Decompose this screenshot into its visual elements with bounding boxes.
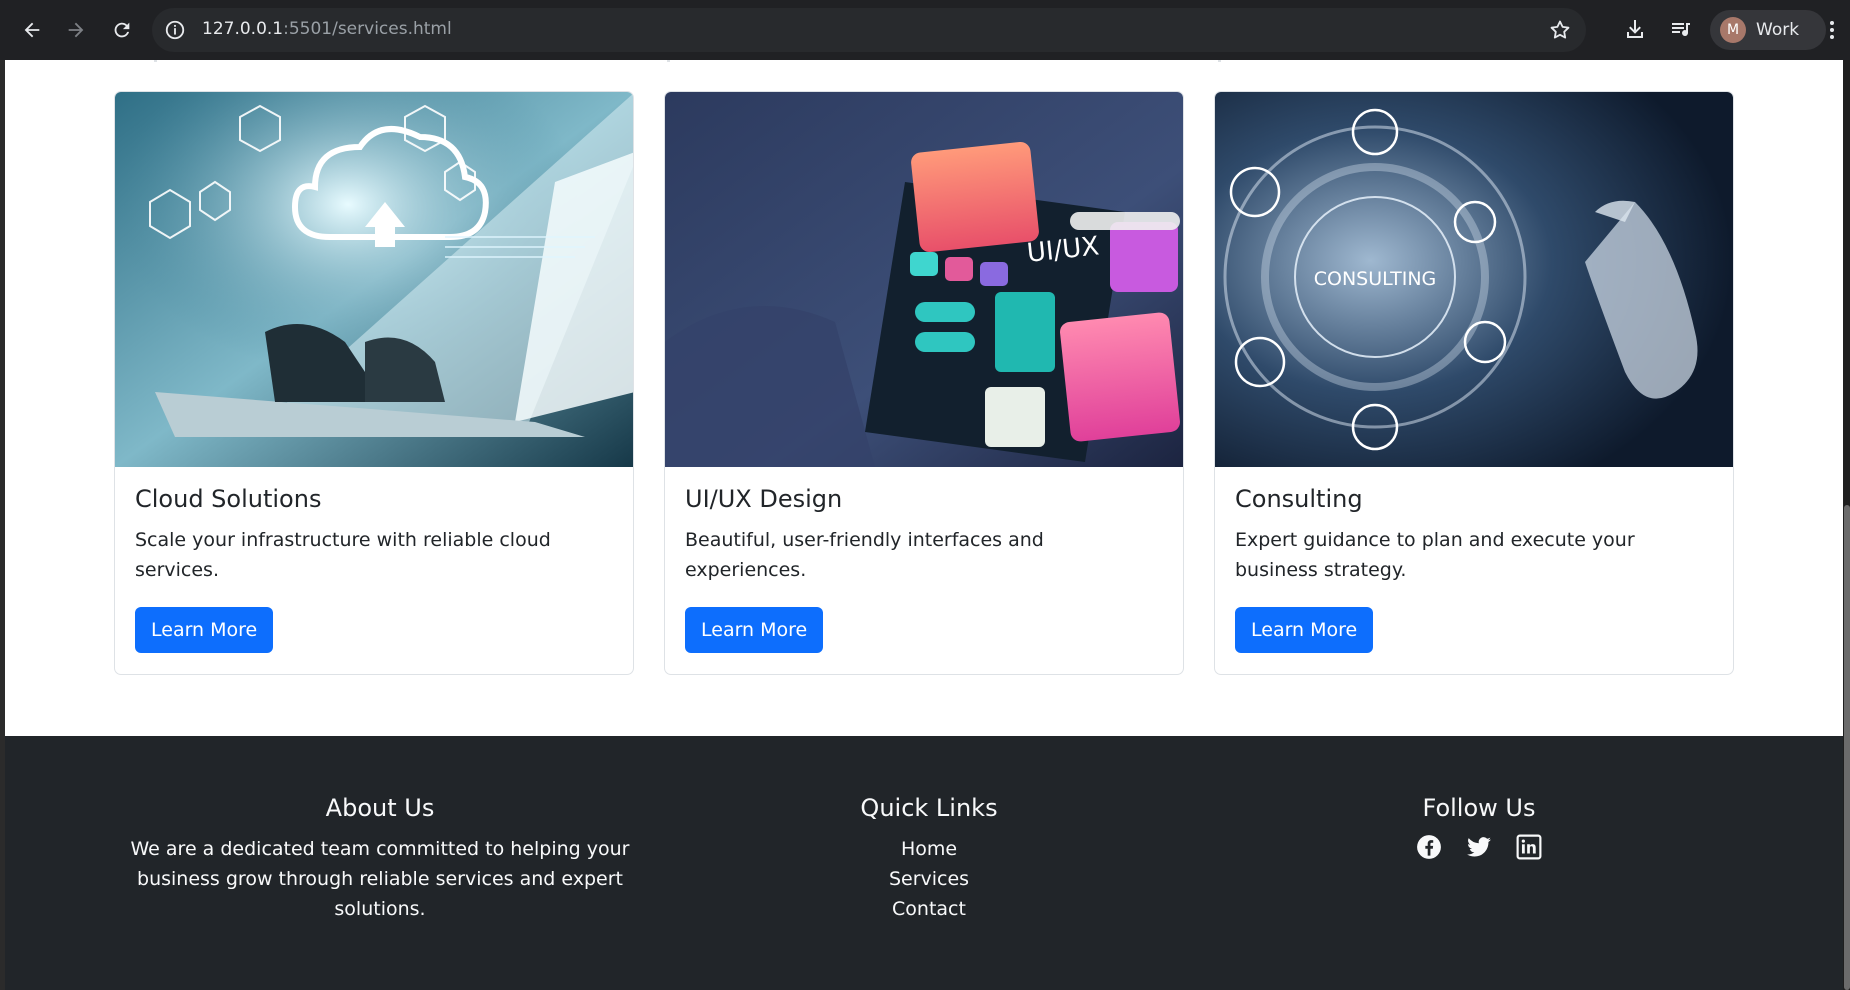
more-menu-icon[interactable] xyxy=(1822,16,1842,44)
scrollbar-thumb[interactable] xyxy=(1844,505,1850,990)
twitter-icon[interactable] xyxy=(1466,834,1492,860)
profile-button[interactable]: M Work xyxy=(1710,10,1826,50)
page-viewport: Cloud Solutions Scale your infrastructur… xyxy=(5,60,1843,990)
cloud-laptop-image xyxy=(115,92,633,467)
footer-heading: About Us xyxy=(325,794,435,822)
card-title: UI/UX Design xyxy=(685,485,843,513)
card-text: Scale your infrastructure with reliable … xyxy=(135,529,551,581)
service-card-consulting: CONSULTING Consulting Expert guidance to… xyxy=(1214,91,1734,675)
footer-about: About Us We are a dedicated team committ… xyxy=(125,736,635,924)
uiux-phone-image: UI/UX xyxy=(665,92,1183,467)
footer: About Us We are a dedicated team committ… xyxy=(5,736,1843,990)
url-host: 127.0.0.1 xyxy=(202,19,284,39)
footer-quick-links: Quick Links Home Services Contact xyxy=(674,736,1184,924)
site-info-icon[interactable] xyxy=(164,19,186,41)
forward-button[interactable] xyxy=(58,12,94,48)
back-button[interactable] xyxy=(14,12,50,48)
service-card-cloud: Cloud Solutions Scale your infrastructur… xyxy=(114,91,634,675)
downloads-button[interactable] xyxy=(1620,14,1650,44)
arrow-left-icon xyxy=(24,22,40,38)
social-links xyxy=(1224,834,1734,860)
card-title: Cloud Solutions xyxy=(135,485,322,513)
footer-about-text: We are a dedicated team committed to hel… xyxy=(130,838,630,920)
previous-card-edge xyxy=(154,60,157,62)
url-text[interactable]: 127.0.0.1:5501/services.html xyxy=(202,19,452,39)
reload-button[interactable] xyxy=(104,12,140,48)
card-text: Beautiful, user-friendly interfaces and … xyxy=(685,529,1044,581)
footer-link-services[interactable]: Services xyxy=(674,864,1184,894)
bookmark-star-icon[interactable] xyxy=(1548,18,1572,42)
arrow-right-icon xyxy=(68,22,84,38)
address-bar[interactable]: 127.0.0.1:5501/services.html xyxy=(152,8,1586,52)
consulting-hud-image: CONSULTING xyxy=(1215,92,1733,467)
url-path: :5501/services.html xyxy=(283,19,452,39)
previous-card-edge xyxy=(1218,60,1221,62)
learn-more-button[interactable]: Learn More xyxy=(1235,607,1374,653)
footer-link-contact[interactable]: Contact xyxy=(674,894,1184,924)
card-text: Expert guidance to plan and execute your… xyxy=(1235,529,1635,581)
avatar: M xyxy=(1720,17,1746,43)
footer-follow: Follow Us xyxy=(1224,736,1734,860)
facebook-icon[interactable] xyxy=(1416,834,1442,860)
linkedin-icon[interactable] xyxy=(1516,834,1542,860)
previous-card-edge xyxy=(667,60,670,62)
footer-heading: Follow Us xyxy=(1422,794,1536,822)
service-card-uiux: UI/UX UI/UX Design Beautiful, user-frien… xyxy=(664,91,1184,675)
footer-link-home[interactable]: Home xyxy=(674,834,1184,864)
footer-heading: Quick Links xyxy=(860,794,998,822)
browser-toolbar: 127.0.0.1:5501/services.html M Work xyxy=(0,0,1850,60)
image-text: CONSULTING xyxy=(1314,268,1437,290)
card-title: Consulting xyxy=(1235,485,1363,513)
media-button[interactable] xyxy=(1666,14,1696,44)
profile-name: Work xyxy=(1756,20,1800,40)
reload-icon xyxy=(114,22,130,38)
download-icon xyxy=(1627,20,1643,38)
learn-more-button[interactable]: Learn More xyxy=(685,607,824,653)
playlist-icon xyxy=(1672,23,1690,37)
learn-more-button[interactable]: Learn More xyxy=(135,607,274,653)
